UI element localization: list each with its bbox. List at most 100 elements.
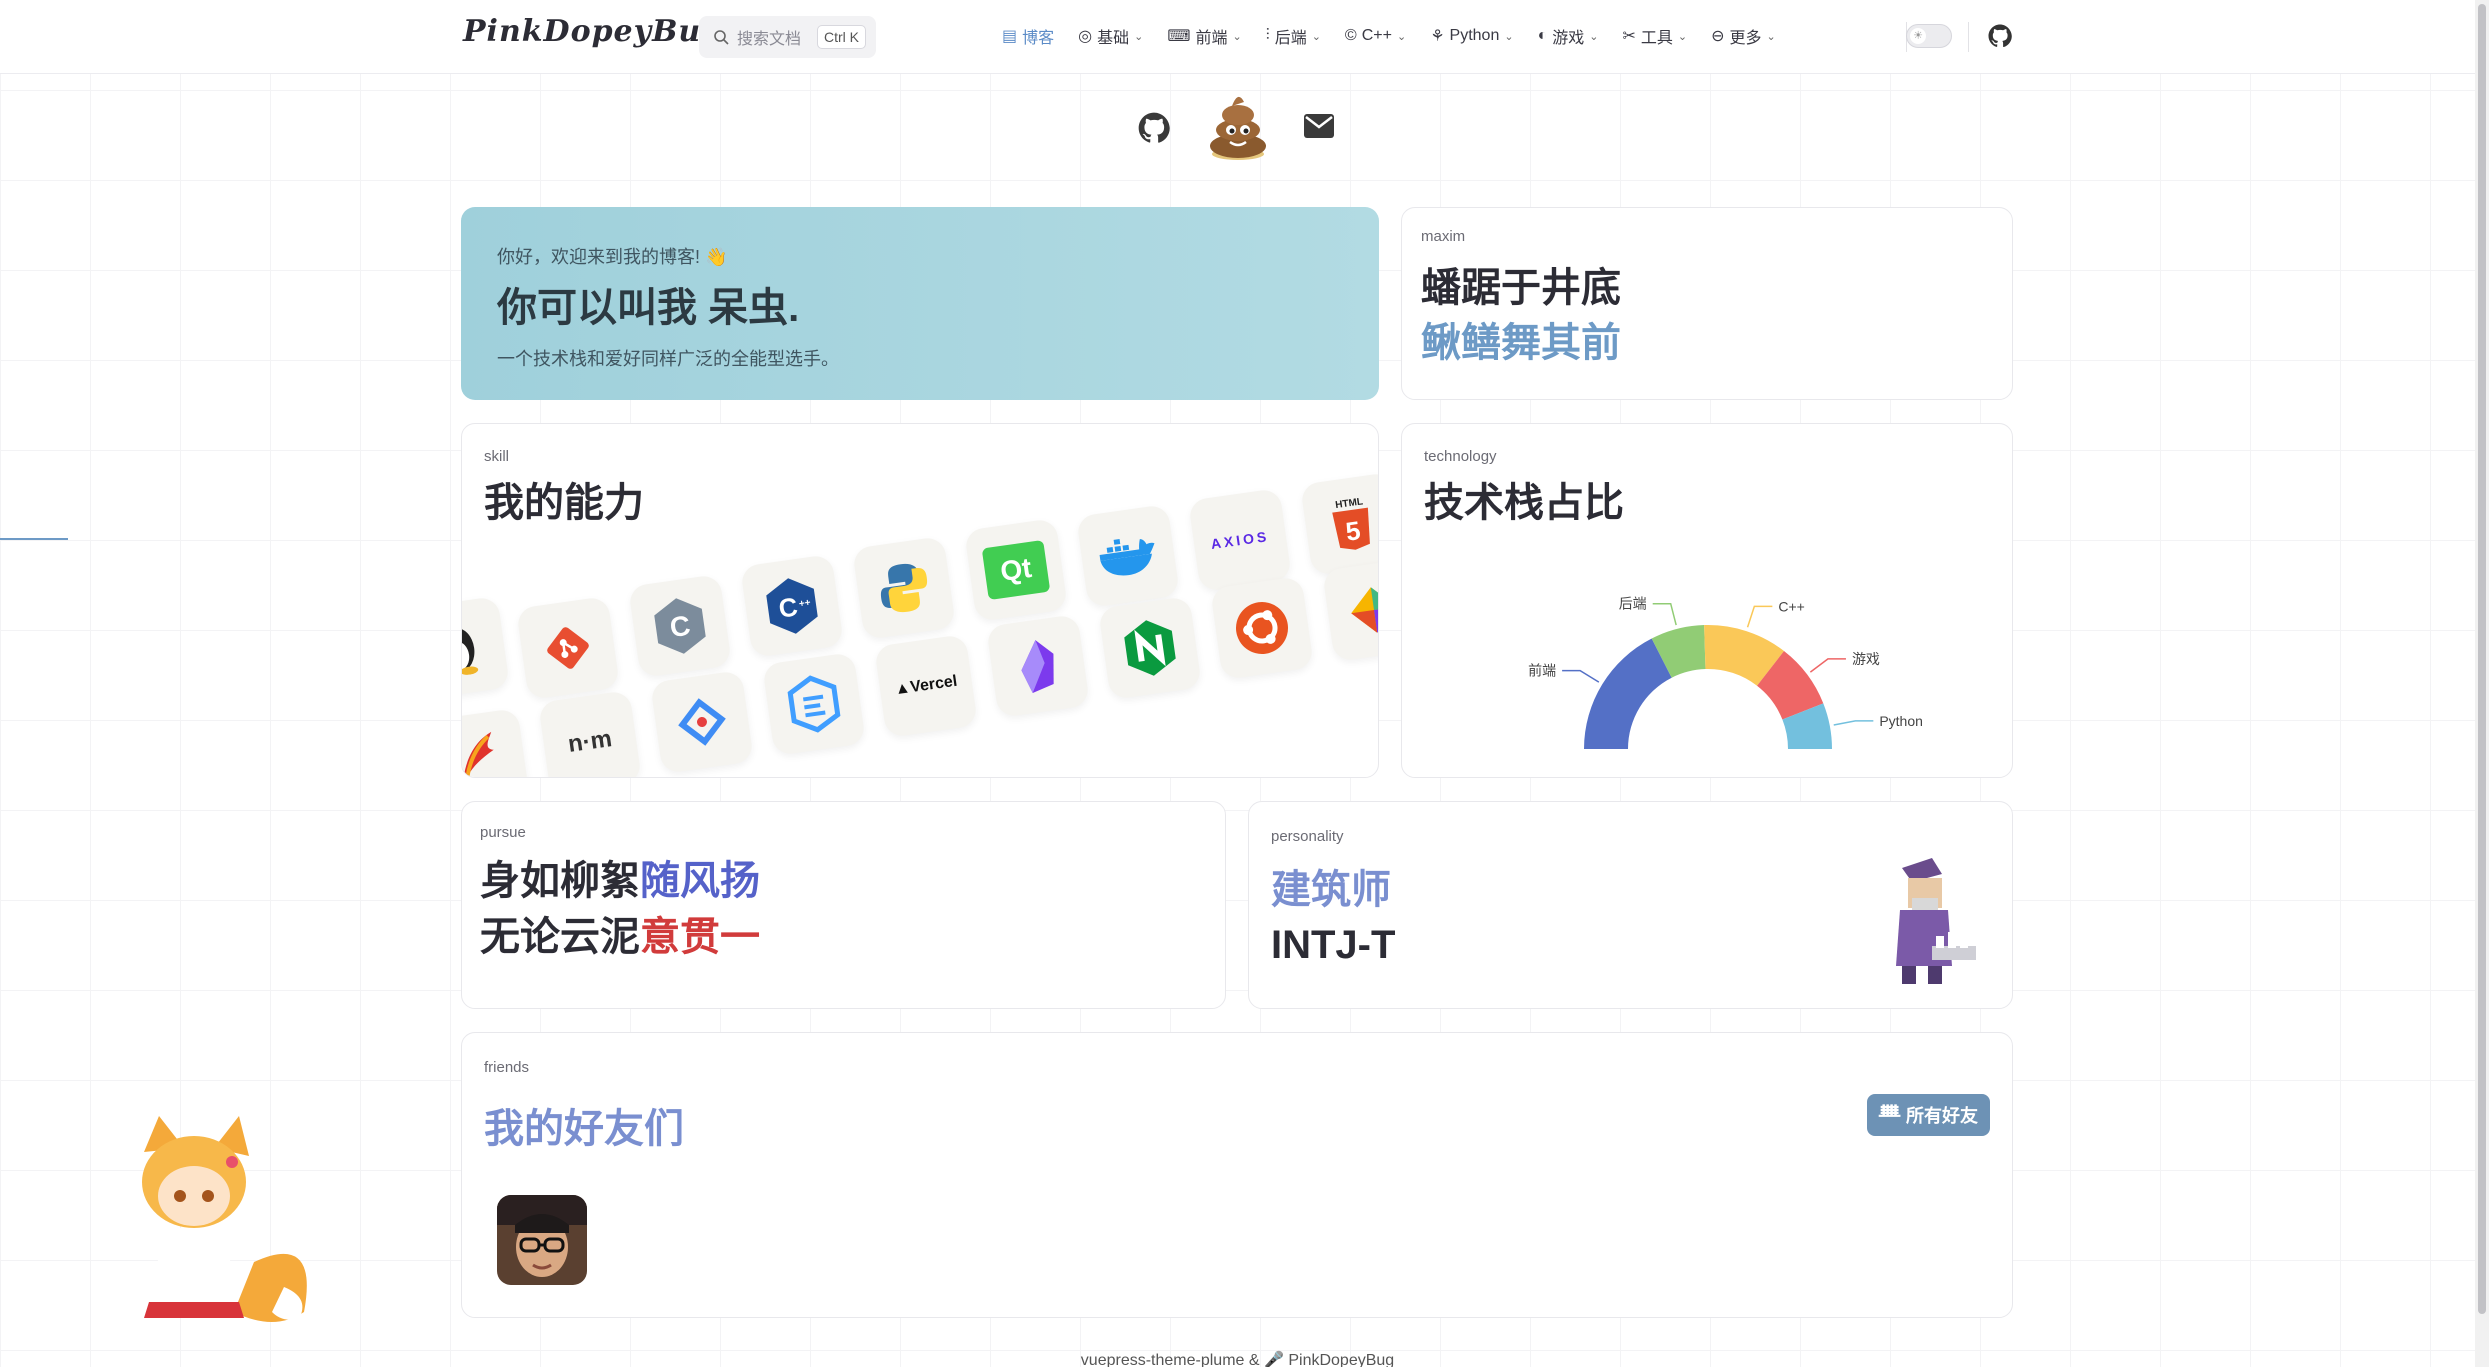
four-color-icon [1322, 558, 1378, 662]
all-friends-button[interactable]: ᚙ 所有好友 [1867, 1094, 1990, 1136]
python-icon [852, 536, 956, 640]
footer: vuepress-theme-plume & 🎤 PinkDopeyBug [0, 1350, 2475, 1367]
element-icon [762, 652, 866, 756]
sidebar-indicator [0, 538, 68, 540]
qt-icon: Qt [964, 518, 1068, 622]
sun-icon: ☀ [1910, 28, 1926, 44]
friends-tag: friends [484, 1059, 530, 1076]
nav-item-1[interactable]: ◎ 基础 ⌄ [1066, 0, 1155, 72]
more-icon: ⊖ [1711, 28, 1725, 45]
chart-leader-line-4 [1833, 720, 1874, 726]
all-friends-label: 所有好友 [1906, 1106, 1978, 1126]
pursue-tag: pursue [480, 824, 526, 841]
search-box[interactable]: 搜索文档 Ctrl K [699, 16, 876, 58]
chart-slice-0[interactable] [1584, 638, 1672, 749]
personality-tag: personality [1271, 828, 1344, 845]
page-scrollbar[interactable] [2475, 0, 2489, 1367]
github-icon[interactable] [1988, 24, 2012, 48]
svg-text:++: ++ [798, 597, 811, 610]
technology-card: technology 技术栈占比 前端 后端 C++ 游戏 Python [1401, 423, 2013, 778]
nav-divider [1968, 22, 1969, 52]
search-placeholder: 搜索文档 [737, 31, 802, 48]
nav-item-label: 博客 [1022, 30, 1055, 47]
target-icon: ◎ [1078, 28, 1093, 45]
vercel-icon: ▲Vercel [874, 634, 978, 738]
maxim-card: maxim 蟠踞于井底 鳅鳝舞其前 [1401, 207, 2013, 400]
nav-item-6[interactable]: ◐ 游戏 ⌄ [1526, 0, 1611, 72]
nav-item-label: 前端 [1195, 30, 1228, 47]
axios-icon: AXIOS [1188, 488, 1292, 592]
obsidian-icon [986, 614, 1090, 718]
site-logo[interactable]: PinkDopeyBug [463, 14, 723, 49]
nav-item-2[interactable]: ⌨ 前端 ⌄ [1155, 0, 1253, 72]
welcome-greeting: 你好，欢迎来到我的博客! 👋 [497, 247, 728, 267]
chevron-down-icon: ⌄ [1589, 30, 1599, 43]
nm-icon: n·m [538, 690, 642, 777]
technology-tag: technology [1424, 448, 1497, 465]
skill-icon-wall: C C ++ Qt AXIOS HTML 5 n·m ▲Vercel [462, 472, 1378, 777]
maxim-line-2: 鳅鳝舞其前 [1421, 321, 1621, 365]
pursue-line-1a: 身如柳絮 [480, 859, 640, 903]
maxim-line-1: 蟠踞于井底 [1421, 266, 1621, 310]
nav-item-8[interactable]: ⊖ 更多 ⌄ [1699, 0, 1788, 72]
pursue-line-2b: 意贯一 [640, 915, 760, 959]
pursue-line-1b: 随风扬 [640, 859, 760, 903]
top-navbar: PinkDopeyBug 搜索文档 Ctrl K ▤ 博客 ◎ 基础 ⌄ ⌨ 前端 ⌄ ⫶ 后端 ⌄… [0, 0, 2475, 74]
nav-item-label: Python [1449, 27, 1500, 44]
nav-item-label: C++ [1361, 27, 1392, 44]
pursue-card: pursue 身如柳絮随风扬 无论云泥意贯一 [461, 801, 1226, 1009]
mail-icon[interactable] [1303, 113, 1335, 139]
chart-leader-line-1 [1652, 602, 1677, 626]
nav-item-3[interactable]: ⫶ 后端 ⌄ [1254, 0, 1333, 72]
nav-item-label: 后端 [1274, 30, 1307, 47]
nav-item-5[interactable]: ⚘ Python ⌄ [1418, 0, 1525, 72]
maxim-tag: maxim [1421, 228, 1466, 245]
name-value: 呆虫 [708, 286, 789, 330]
nav-menu: ▤ 博客 ◎ 基础 ⌄ ⌨ 前端 ⌄ ⫶ 后端 ⌄ © C++ ⌄ ⚘ Python ⌄ ◐ 游戏 ⌄ ✂ 工具 ⌄ ⊖ 更多 ⌄ [990, 0, 1788, 72]
nginx-icon [1098, 596, 1202, 700]
git-icon [516, 596, 620, 700]
html5-icon: HTML 5 [1300, 472, 1378, 576]
friend-avatar[interactable] [497, 1195, 587, 1285]
chart-leader-line-0 [1562, 669, 1600, 683]
theme-toggle[interactable]: ☀ [1906, 24, 1952, 48]
chart-leader-line-2 [1746, 605, 1773, 628]
tech-stack-chart: 前端 后端 C++ 游戏 Python [1528, 596, 1923, 749]
nav-item-4[interactable]: © C++ ⌄ [1333, 0, 1418, 72]
nav-item-label: 基础 [1097, 30, 1130, 47]
python-icon: ⚘ [1430, 28, 1445, 45]
chevron-down-icon: ⌄ [1232, 30, 1242, 43]
chevron-down-icon: ⌄ [1766, 30, 1776, 43]
nav-item-label: 工具 [1640, 30, 1673, 47]
chart-label-4: Python [1879, 713, 1923, 729]
scrollbar-thumb[interactable] [2478, 4, 2486, 1314]
chevron-down-icon: ⌄ [1134, 30, 1144, 43]
feather-icon [462, 708, 530, 777]
welcome-subtitle: 一个技术栈和爱好同样广泛的全能型选手。 [497, 349, 839, 369]
poop-avatar [1210, 96, 1266, 160]
terminal-icon: ⌨ [1167, 28, 1191, 45]
nav-item-label: 游戏 [1552, 30, 1585, 47]
chart-leader-line-3 [1809, 658, 1846, 673]
ubuntu-icon [1210, 576, 1314, 680]
nav-item-7[interactable]: ✂ 工具 ⌄ [1610, 0, 1699, 72]
cplusplus-icon: C ++ [740, 554, 844, 658]
nav-item-label: 更多 [1729, 30, 1762, 47]
profile-github-icon[interactable] [1138, 112, 1170, 144]
nav-item-0[interactable]: ▤ 博客 [990, 0, 1066, 72]
pursue-line-1: 身如柳絮随风扬 [480, 853, 1207, 909]
chart-label-0: 前端 [1528, 663, 1556, 679]
friends-title: 我的好友们 [484, 1107, 684, 1151]
linux-icon [462, 596, 510, 700]
footer-text: vuepress-theme-plume & 🎤 PinkDopeyBug [1080, 1352, 1395, 1367]
chart-label-2: C++ [1778, 598, 1804, 614]
chevron-down-icon: ⌄ [1396, 30, 1407, 43]
welcome-card: 你好，欢迎来到我的博客! 👋 你可以叫我 呆虫. 一个技术栈和爱好同样广泛的全能… [461, 207, 1379, 400]
skill-card: skill 我的能力 C C ++ Qt AXIOS HTML 5 n·m ▲V… [461, 423, 1379, 778]
name-prefix: 你可以叫我 [497, 286, 709, 330]
cpp-icon: © [1344, 27, 1357, 44]
chevron-down-icon: ⌄ [1677, 30, 1688, 43]
doc-icon: ▤ [1002, 28, 1018, 45]
chevron-down-icon: ⌄ [1504, 30, 1514, 43]
search-icon [714, 30, 729, 45]
